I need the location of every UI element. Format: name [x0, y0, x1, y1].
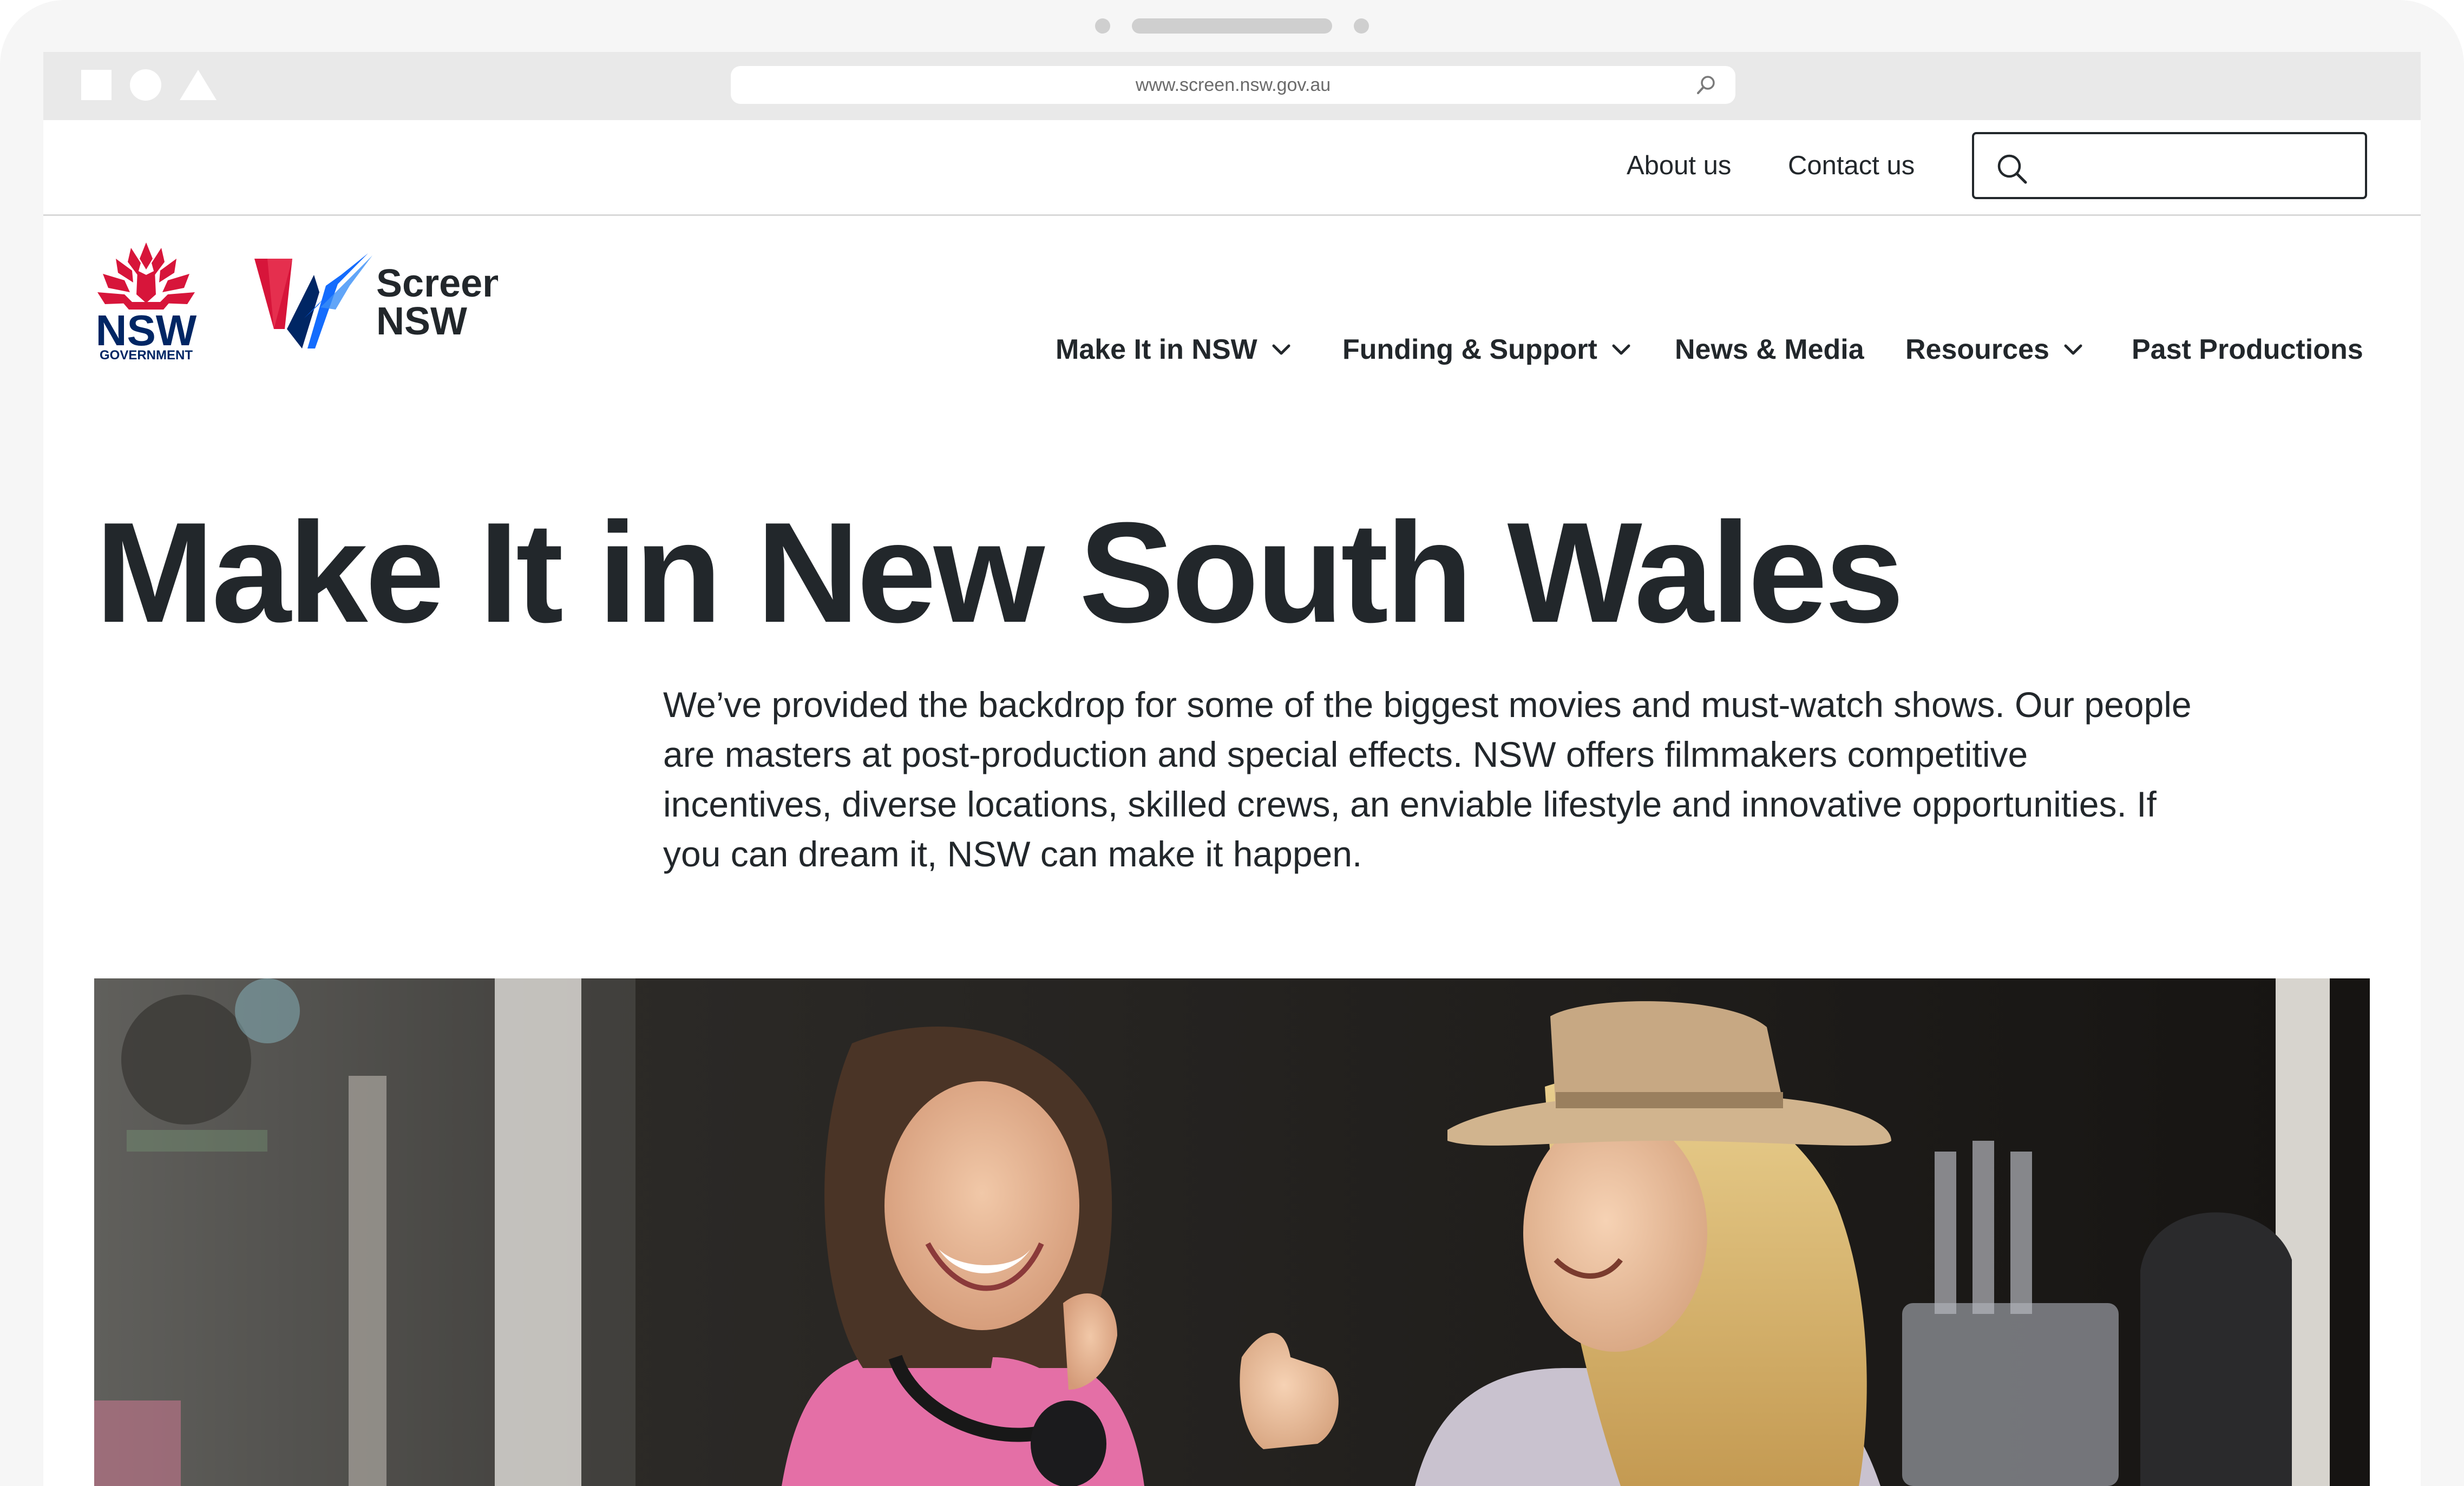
nav-resources-label: Resources [1905, 334, 2049, 365]
browser-toolbar: www.screen.nsw.gov.au [43, 52, 2421, 120]
camera-dot [1095, 18, 1110, 34]
sensor-dot [1354, 18, 1369, 34]
circle-control-icon[interactable] [130, 69, 161, 101]
address-text: www.screen.nsw.gov.au [1135, 74, 1331, 95]
hero-photo-illustration [94, 978, 2370, 1486]
device-frame: www.screen.nsw.gov.au About us Contact u… [0, 0, 2464, 1486]
utility-bar: About us Contact us [43, 120, 2421, 216]
nav-news-media[interactable]: News & Media [1675, 333, 1864, 366]
address-bar[interactable]: www.screen.nsw.gov.au [731, 66, 1735, 104]
nav-make-it-in-nsw-label: Make It in NSW [1056, 334, 1257, 365]
site-search-input[interactable] [1972, 132, 2367, 199]
nav-funding-support-label: Funding & Support [1342, 334, 1597, 365]
about-us-link[interactable]: About us [1627, 150, 1731, 181]
intro-paragraph: We’ve provided the backdrop for some of … [663, 685, 2192, 874]
square-control-icon[interactable] [81, 70, 112, 100]
waratah-flower-icon [97, 242, 195, 310]
hero-photo [94, 978, 2370, 1486]
contact-us-link[interactable]: Contact us [1788, 150, 1915, 181]
chevron-down-icon [2064, 344, 2082, 355]
screen-logo-line1: Screen [376, 262, 498, 305]
page-title: Make It in New South Wales [95, 492, 1904, 652]
main-navigation: Make It in NSW Funding & Support News & … [43, 333, 2421, 377]
speaker-pill [1132, 18, 1332, 34]
device-top-bar [0, 0, 2464, 52]
triangle-control-icon[interactable] [180, 70, 217, 100]
chevron-down-icon [1612, 344, 1630, 355]
search-icon [1997, 154, 2027, 184]
nav-resources[interactable]: Resources [1905, 333, 2083, 366]
nav-funding-support[interactable]: Funding & Support [1342, 333, 1631, 366]
nav-news-media-label: News & Media [1675, 334, 1864, 365]
browser-window: www.screen.nsw.gov.au About us Contact u… [43, 52, 2421, 1486]
address-search-icon[interactable] [1695, 74, 1717, 96]
window-controls [81, 69, 217, 101]
chevron-down-icon [1272, 344, 1290, 355]
nav-past-productions[interactable]: Past Productions [2132, 333, 2363, 366]
nav-past-productions-label: Past Productions [2132, 334, 2363, 365]
nav-make-it-in-nsw[interactable]: Make It in NSW [1056, 333, 1291, 366]
